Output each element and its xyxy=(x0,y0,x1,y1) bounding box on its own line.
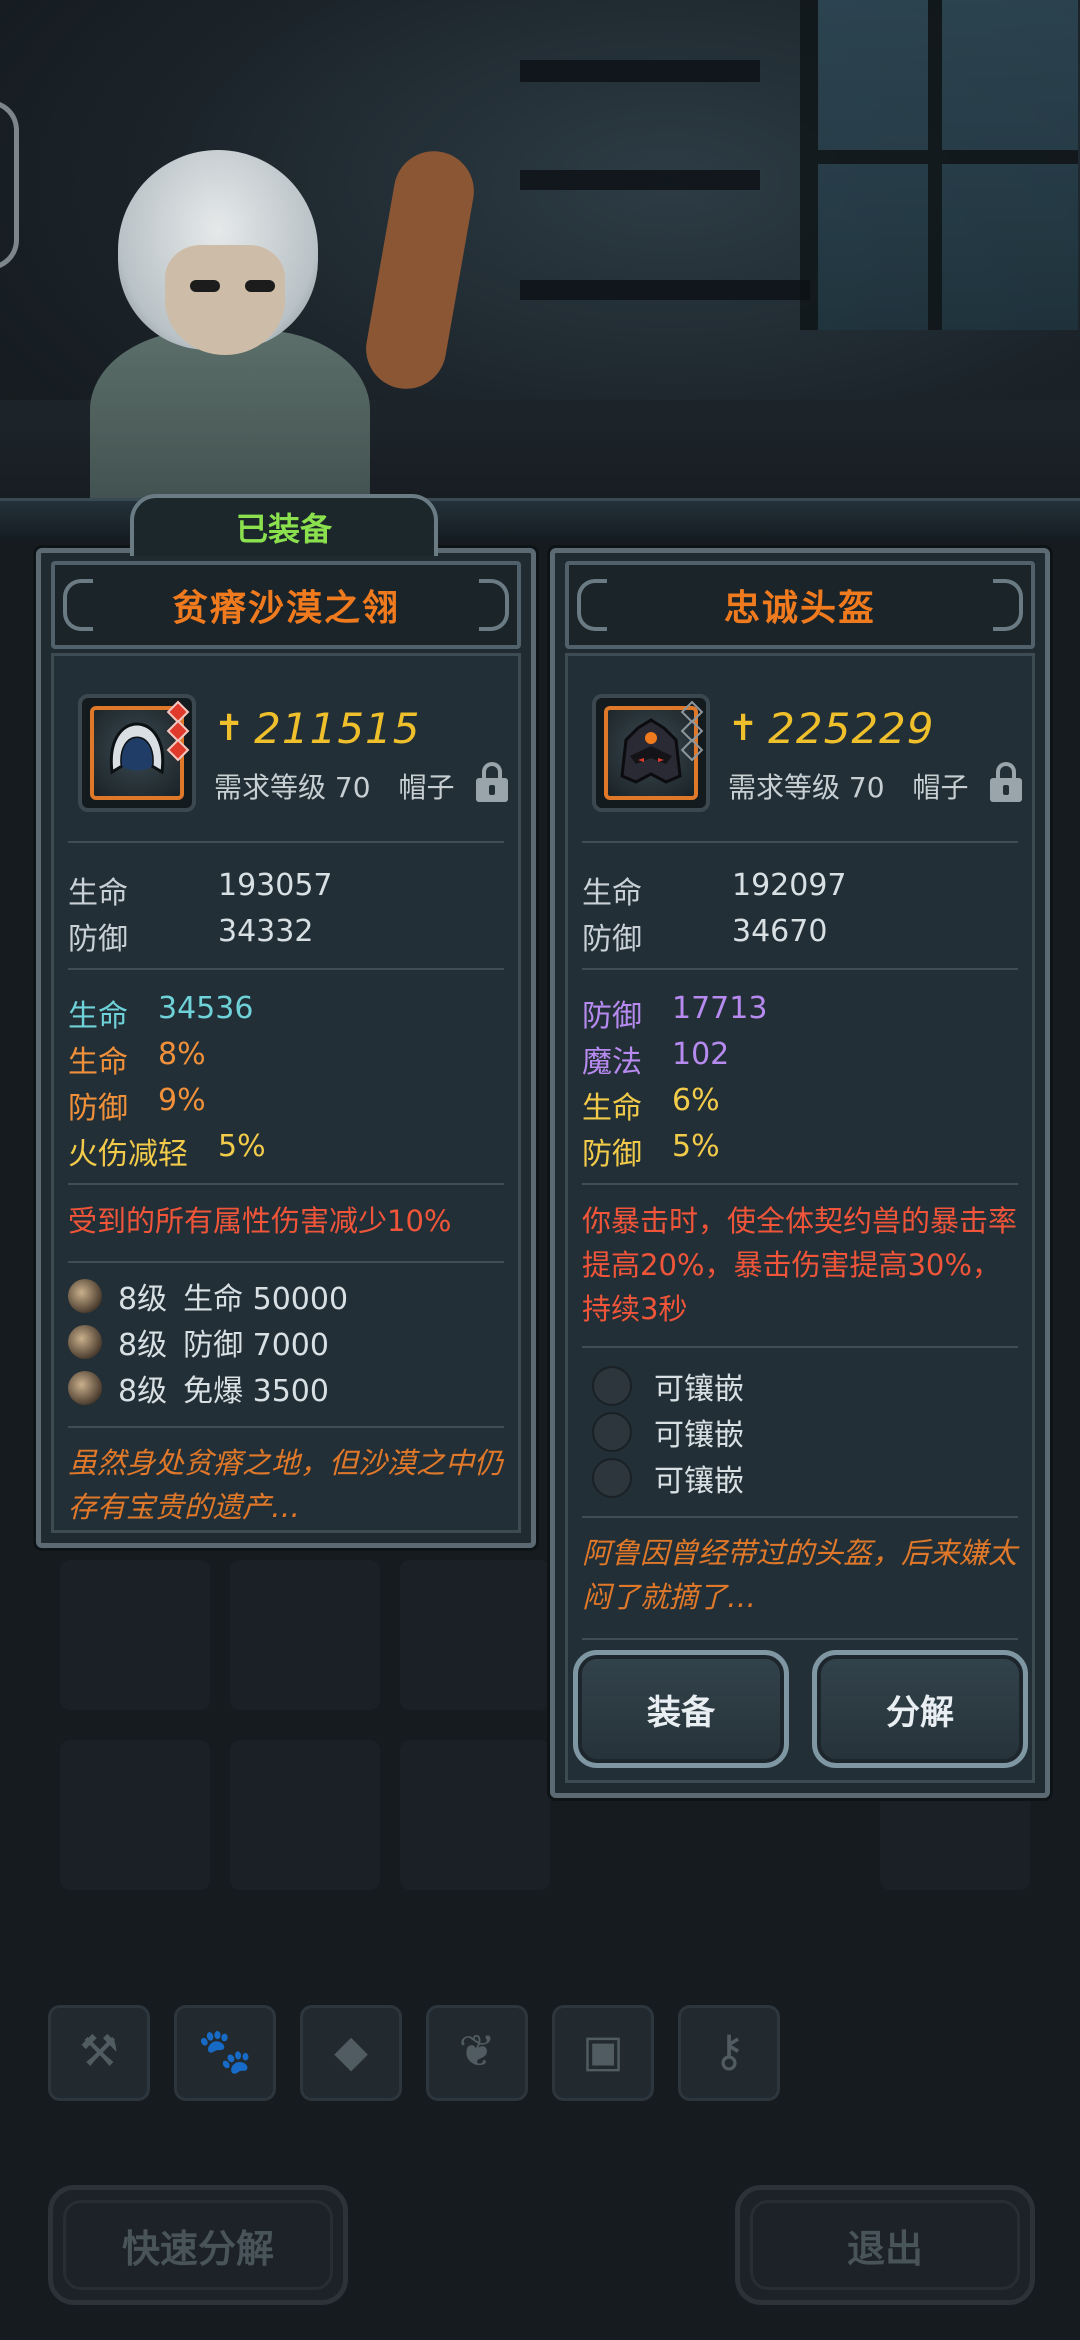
window-illustration xyxy=(800,0,1078,330)
helmet-icon xyxy=(592,694,710,812)
empty-socket-row: 可镶嵌 xyxy=(592,1364,744,1408)
requirement-row: 需求等级 70 帽子 xyxy=(214,766,455,806)
socketed-gem-row: 8级 防御 7000 xyxy=(68,1320,329,1364)
requirement-row: 需求等级 70 帽子 xyxy=(728,766,969,806)
filter-icon-bar: ⚒ 🐾 ◆ ❦ ▣ ⚷ xyxy=(48,2005,780,2101)
empty-socket-row: 可镶嵌 xyxy=(592,1456,744,1500)
exit-label: 退出 xyxy=(846,2226,923,2271)
base-stat-row: 防御 34332 xyxy=(68,914,314,957)
background-scene xyxy=(0,0,1080,520)
shelf xyxy=(520,170,760,190)
empty-socket-icon xyxy=(592,1412,632,1452)
gem-icon[interactable]: ◆ xyxy=(300,2005,402,2101)
special-effect: 你暴击时，使全体契约兽的暴击率提高20%，暴击伤害提高30%，持续3秒 xyxy=(582,1204,1018,1326)
gem-icon xyxy=(68,1371,102,1405)
extra-stat-row: 防御 5% xyxy=(582,1129,720,1172)
base-stat-row: 生命 192097 xyxy=(582,868,847,911)
quick-dismantle-label: 快速分解 xyxy=(121,2226,274,2271)
equip-button-label: 装备 xyxy=(647,1692,715,1733)
power-value: 211515 xyxy=(254,704,421,753)
key-icon[interactable]: ⚷ xyxy=(678,2005,780,2101)
extra-stat-row: 防御 9% xyxy=(68,1083,206,1126)
socketed-gem-row: 8级 免爆 3500 xyxy=(68,1366,329,1410)
weapon-icon[interactable]: ⚒ xyxy=(48,2005,150,2101)
extra-stat-row: 生命 6% xyxy=(582,1083,720,1126)
equip-button[interactable]: 装备 xyxy=(573,1650,789,1768)
item-name: 忠诚头盔 xyxy=(723,588,876,629)
flavor-text: 虽然身处贫瘠之地，但沙漠之中仍存有宝贵的遗产… xyxy=(68,1446,504,1524)
shelf xyxy=(520,280,810,300)
socketed-gem-row: 8级 生命 50000 xyxy=(68,1274,348,1318)
quick-dismantle-button[interactable]: 快速分解 xyxy=(48,2185,348,2305)
equipped-tab: 已装备 xyxy=(130,494,438,556)
card-title-bar: 忠诚头盔 xyxy=(565,561,1035,649)
lock-icon[interactable] xyxy=(476,762,508,802)
dismantle-button-label: 分解 xyxy=(886,1692,954,1733)
item-slot: 帽子 xyxy=(912,771,969,804)
extra-stat-row: 生命 8% xyxy=(68,1037,206,1080)
chest-icon[interactable]: ▣ xyxy=(552,2005,654,2101)
power-icon: ✝ xyxy=(214,708,245,749)
equipped-tab-label: 已装备 xyxy=(235,510,332,548)
base-stat-row: 防御 34670 xyxy=(582,914,828,957)
empty-socket-icon xyxy=(592,1458,632,1498)
dismantle-button[interactable]: 分解 xyxy=(812,1650,1028,1768)
card-title-bar: 贫瘠沙漠之翎 xyxy=(51,561,521,649)
exit-button[interactable]: 退出 xyxy=(735,2185,1035,2305)
base-stat-row: 生命 193057 xyxy=(68,868,333,911)
power-icon: ✝ xyxy=(728,708,759,749)
special-effect: 受到的所有属性伤害减少10% xyxy=(68,1204,452,1238)
equipped-item-card: 贫瘠沙漠之翎 ✝ 211515 需求等级 70 帽子 生命 193057 防御 … xyxy=(36,548,536,1548)
character-face xyxy=(165,245,285,355)
lock-icon[interactable] xyxy=(990,762,1022,802)
power-value: 225229 xyxy=(768,704,935,753)
empty-socket-row: 可镶嵌 xyxy=(592,1410,744,1454)
power-score: ✝ 211515 xyxy=(214,704,421,753)
character-body xyxy=(90,330,370,520)
character-arm xyxy=(359,144,481,396)
required-level: 需求等级 70 xyxy=(728,771,885,804)
required-level: 需求等级 70 xyxy=(214,771,371,804)
character-eye xyxy=(190,280,220,292)
flavor-text: 阿鲁因曾经带过的头盔，后来嫌太闷了就摘了… xyxy=(582,1536,1018,1614)
leaf-icon[interactable]: ❦ xyxy=(426,2005,528,2101)
character-eye xyxy=(245,280,275,292)
extra-stat-row: 生命 34536 xyxy=(68,991,254,1034)
empty-socket-icon xyxy=(592,1366,632,1406)
gem-icon xyxy=(68,1325,102,1359)
helmet-icon xyxy=(78,694,196,812)
item-name: 贫瘠沙漠之翎 xyxy=(171,588,400,629)
extra-stat-row: 魔法 102 xyxy=(582,1037,730,1080)
extra-stat-row: 火伤减轻 5% xyxy=(68,1129,266,1172)
side-drawer-handle[interactable] xyxy=(0,100,19,270)
paw-icon[interactable]: 🐾 xyxy=(174,2005,276,2101)
card-body: ✝ 211515 需求等级 70 帽子 生命 193057 防御 34332 生… xyxy=(51,653,521,1533)
item-slot: 帽子 xyxy=(398,771,455,804)
extra-stat-row: 防御 17713 xyxy=(582,991,768,1034)
card-body: ✝ 225229 需求等级 70 帽子 生命 192097 防御 34670 防… xyxy=(565,653,1035,1783)
new-item-card: 忠诚头盔 ✝ 225229 需求等级 70 帽子 生命 192097 防御 34… xyxy=(550,548,1050,1798)
shelf xyxy=(520,60,760,82)
gem-icon xyxy=(68,1279,102,1313)
power-score: ✝ 225229 xyxy=(728,704,935,753)
